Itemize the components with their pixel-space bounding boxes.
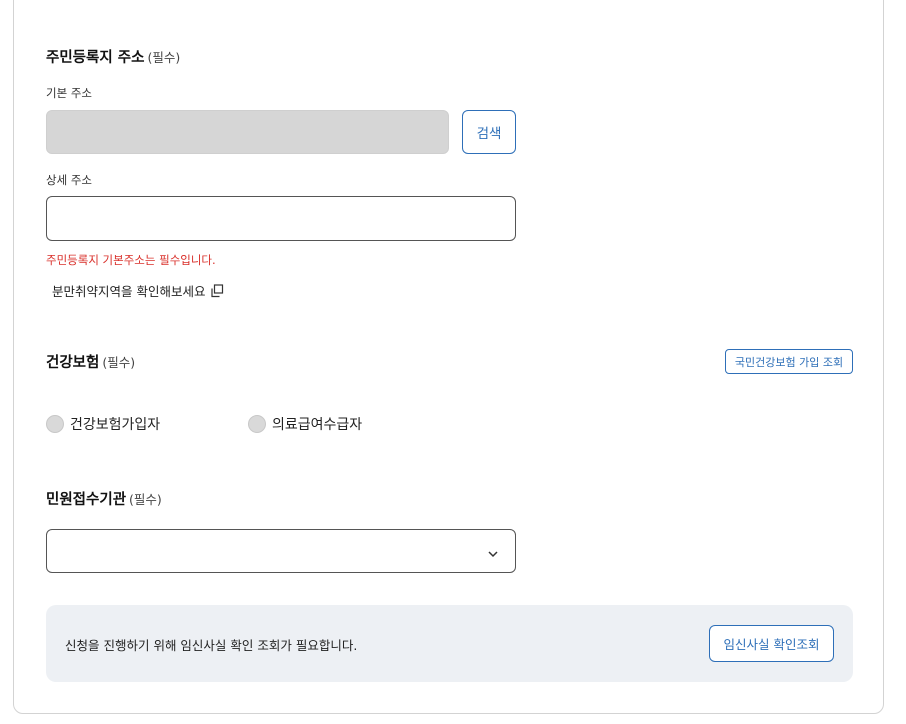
radio-circle[interactable]	[248, 415, 266, 433]
copy-icon	[210, 283, 224, 298]
agency-section-title: 민원접수기관 (필수)	[46, 488, 162, 509]
insurance-required-mark: (필수)	[102, 355, 136, 370]
pregnancy-notice-text: 신청을 진행하기 위해 임신사실 확인 조회가 필요합니다.	[65, 638, 358, 653]
pregnancy-check-button[interactable]: 임신사실 확인조회	[709, 625, 834, 662]
radio-circle[interactable]	[46, 415, 64, 433]
radio-medical-aid-label: 의료급여수급자	[272, 417, 363, 433]
detail-address-input[interactable]	[46, 196, 516, 241]
address-error-message: 주민등록지 기본주소는 필수입니다.	[46, 253, 216, 267]
address-required-mark: (필수)	[147, 50, 181, 65]
radio-health-insured-label: 건강보험가입자	[70, 417, 161, 433]
radio-health-insured[interactable]: 건강보험가입자	[46, 414, 160, 434]
insurance-title-text: 건강보험	[46, 355, 100, 371]
basic-address-label: 기본 주소	[46, 86, 92, 100]
insurance-section-title: 건강보험 (필수)	[46, 351, 135, 372]
pregnancy-notice-box: 신청을 진행하기 위해 임신사실 확인 조회가 필요합니다. 임신사실 확인조회	[46, 605, 853, 682]
detail-address-label: 상세 주소	[46, 173, 92, 187]
delivery-area-check-link[interactable]: 분만취약지역을 확인해보세요	[52, 281, 224, 300]
address-section-title: 주민등록지 주소 (필수)	[46, 46, 180, 67]
agency-required-mark: (필수)	[129, 492, 162, 507]
delivery-area-check-text: 분만취약지역을 확인해보세요	[52, 284, 206, 299]
radio-medical-aid[interactable]: 의료급여수급자	[248, 414, 362, 434]
agency-title-text: 민원접수기관	[46, 492, 127, 508]
basic-address-input	[46, 110, 449, 154]
address-search-button[interactable]: 검색	[462, 110, 516, 154]
nhis-lookup-button[interactable]: 국민건강보험 가입 조회	[725, 349, 853, 374]
address-title-text: 주민등록지 주소	[46, 50, 145, 66]
agency-select[interactable]	[46, 529, 516, 573]
chevron-down-icon	[487, 545, 499, 564]
